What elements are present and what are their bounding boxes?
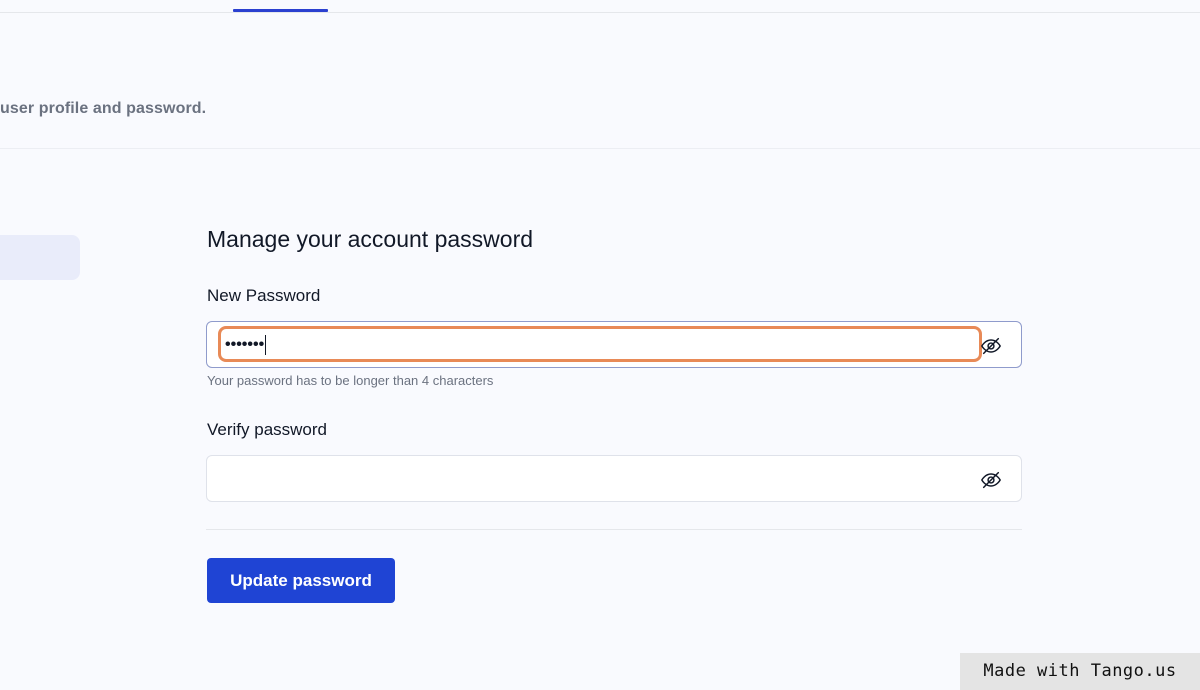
top-navigation-bar xyxy=(0,0,1200,13)
eye-off-icon[interactable] xyxy=(980,335,1002,357)
update-password-button[interactable]: Update password xyxy=(207,558,395,603)
header-divider xyxy=(0,148,1200,149)
section-title: Manage your account password xyxy=(207,226,534,252)
eye-off-icon[interactable] xyxy=(980,469,1002,491)
text-caret xyxy=(265,335,267,355)
verify-password-field[interactable] xyxy=(206,455,1022,502)
page-subtitle: user profile and password. xyxy=(0,100,207,117)
new-password-value: ••••••• xyxy=(225,335,267,355)
password-hint: Your password has to be longer than 4 ch… xyxy=(207,373,494,388)
verify-password-label: Verify password xyxy=(207,420,327,439)
sidebar-item-active[interactable] xyxy=(0,235,80,280)
form-divider xyxy=(206,529,1022,530)
new-password-field[interactable] xyxy=(206,321,1022,368)
new-password-label: New Password xyxy=(207,286,321,305)
active-tab-indicator xyxy=(233,9,328,12)
tango-watermark: Made with Tango.us xyxy=(960,653,1200,690)
